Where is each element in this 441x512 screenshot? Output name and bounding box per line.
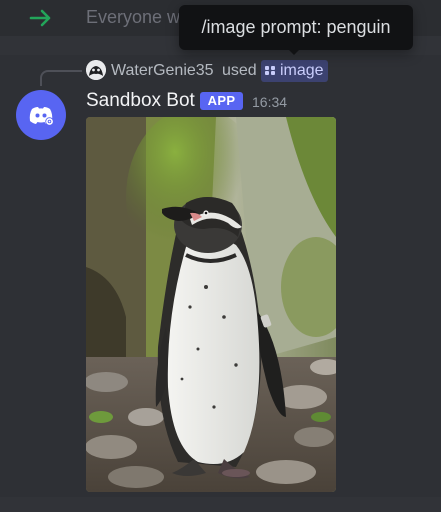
- reply-used-label: used: [222, 62, 257, 79]
- user-avatar-icon: [86, 60, 106, 80]
- previous-message-text: Everyone w: [86, 7, 181, 27]
- bot-username[interactable]: Sandbox Bot: [86, 89, 195, 113]
- reply-spine: [40, 70, 82, 86]
- slash-command-icon: [265, 66, 275, 75]
- command-tooltip: /image prompt: penguin: [179, 5, 413, 50]
- penguin-image: [86, 117, 336, 492]
- tooltip-caret: [288, 49, 300, 55]
- join-arrow-icon: [29, 9, 51, 27]
- user-avatar[interactable]: [86, 60, 106, 80]
- command-chip[interactable]: image: [261, 60, 328, 82]
- image-attachment[interactable]: [86, 117, 336, 492]
- message-timestamp[interactable]: 16:34: [252, 94, 287, 110]
- bot-avatar[interactable]: [16, 90, 66, 140]
- next-message-area: [0, 497, 441, 512]
- command-name: image: [280, 62, 324, 79]
- app-badge: APP: [200, 92, 243, 110]
- discord-bot-icon: [29, 107, 54, 126]
- reply-username[interactable]: WaterGenie35: [111, 61, 214, 81]
